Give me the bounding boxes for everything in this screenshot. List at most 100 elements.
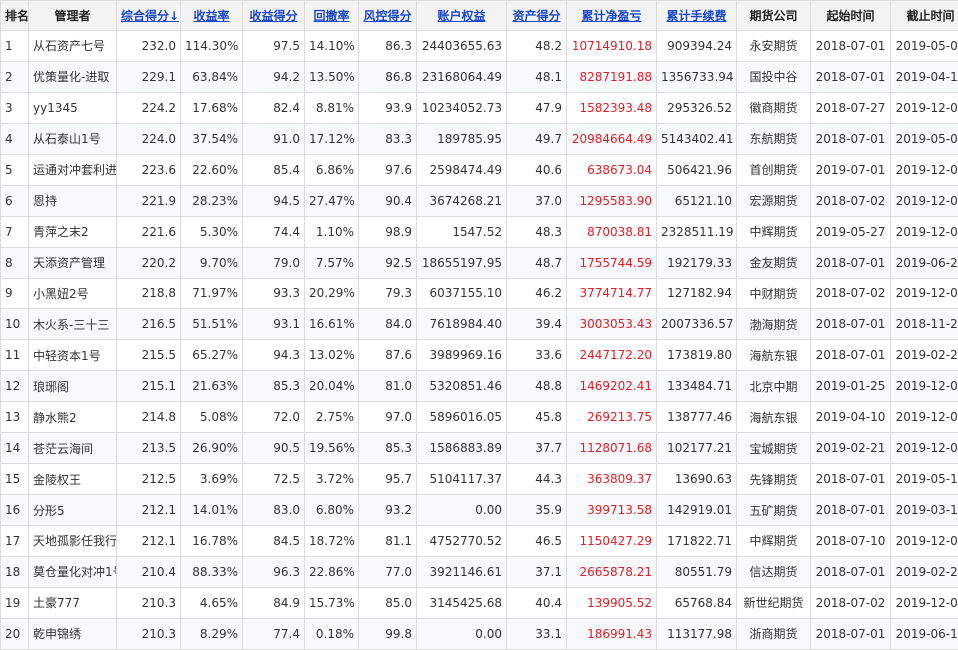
cell-start-date: 2018-07-02 bbox=[811, 278, 891, 309]
cell-manager[interactable]: 木火系-三十三 bbox=[29, 309, 117, 340]
cell-return-score: 93.3 bbox=[243, 278, 305, 309]
table-row[interactable]: 8天添资产管理220.29.70%79.07.57%92.518655197.9… bbox=[1, 247, 958, 278]
cell-return-score: 72.0 bbox=[243, 402, 305, 433]
cell-manager[interactable]: 苍茫云海间 bbox=[29, 433, 117, 464]
table-row[interactable]: 2优策量化-进取229.163.84%94.213.50%86.82316806… bbox=[1, 61, 958, 92]
cell-rank: 18 bbox=[1, 556, 29, 587]
cell-total-score: 210.4 bbox=[117, 556, 181, 587]
cell-manager[interactable]: 土豪777 bbox=[29, 587, 117, 618]
cell-start-date: 2018-07-01 bbox=[811, 618, 891, 649]
cell-return-score: 90.5 bbox=[243, 433, 305, 464]
table-row[interactable]: 18莫仓量化对冲1号210.488.33%96.322.86%77.039211… bbox=[1, 556, 958, 587]
col-total-score-sort[interactable]: 综合得分↓ bbox=[117, 1, 181, 31]
cell-end-date: 2019-02-22 bbox=[891, 340, 958, 371]
table-row[interactable]: 19土豪777210.34.65%84.915.73%85.03145425.6… bbox=[1, 587, 958, 618]
cell-total-score: 213.5 bbox=[117, 433, 181, 464]
table-row[interactable]: 7青萍之末2221.65.30%74.41.10%98.91547.5248.3… bbox=[1, 216, 958, 247]
cell-asset-score: 48.2 bbox=[507, 31, 567, 62]
cell-broker: 徽商期货 bbox=[737, 92, 811, 123]
cell-manager[interactable]: 分形5 bbox=[29, 495, 117, 526]
cell-end-date: 2019-02-28 bbox=[891, 556, 958, 587]
table-row[interactable]: 3yy1345224.217.68%82.48.81%93.910234052.… bbox=[1, 92, 958, 123]
cell-manager[interactable]: 优策量化-进取 bbox=[29, 61, 117, 92]
table-row[interactable]: 20乾申锦绣210.38.29%77.40.18%99.80.0033.1186… bbox=[1, 618, 958, 649]
cell-risk-score: 85.3 bbox=[359, 433, 417, 464]
cell-start-date: 2018-07-02 bbox=[811, 185, 891, 216]
cell-manager[interactable]: yy1345 bbox=[29, 92, 117, 123]
col-return-rate-sort[interactable]: 收益率 bbox=[181, 1, 243, 31]
col-equity-sort[interactable]: 账户权益 bbox=[417, 1, 507, 31]
cell-end-date: 2019-12-03 bbox=[891, 278, 958, 309]
col-asset-score-sort[interactable]: 资产得分 bbox=[507, 1, 567, 31]
cell-rank: 17 bbox=[1, 526, 29, 557]
cell-drawdown: 3.72% bbox=[305, 464, 359, 495]
cell-equity: 5320851.46 bbox=[417, 371, 507, 402]
cell-manager[interactable]: 从石泰山1号 bbox=[29, 123, 117, 154]
cell-manager[interactable]: 小黑妞2号 bbox=[29, 278, 117, 309]
table-row[interactable]: 10木火系-三十三216.551.51%93.116.61%84.0761898… bbox=[1, 309, 958, 340]
cell-fees: 13690.63 bbox=[657, 464, 737, 495]
cell-fees: 5143402.41 bbox=[657, 123, 737, 154]
cell-fees: 142919.01 bbox=[657, 495, 737, 526]
cell-return-score: 94.3 bbox=[243, 340, 305, 371]
cell-start-date: 2018-07-01 bbox=[811, 340, 891, 371]
table-row[interactable]: 14苍茫云海间213.526.90%90.519.56%85.31586883.… bbox=[1, 433, 958, 464]
cell-start-date: 2018-07-01 bbox=[811, 309, 891, 340]
cell-end-date: 2019-12-03 bbox=[891, 154, 958, 185]
table-row[interactable]: 5运通对冲套利进223.622.60%85.46.86%97.62598474.… bbox=[1, 154, 958, 185]
table-row[interactable]: 6恩持221.928.23%94.527.47%90.43674268.2137… bbox=[1, 185, 958, 216]
cell-risk-score: 98.9 bbox=[359, 216, 417, 247]
cell-manager[interactable]: 中轻资本1号 bbox=[29, 340, 117, 371]
cell-risk-score: 92.5 bbox=[359, 247, 417, 278]
cell-manager[interactable]: 从石资产七号 bbox=[29, 31, 117, 62]
cell-drawdown: 2.75% bbox=[305, 402, 359, 433]
table-row[interactable]: 16分形5212.114.01%83.06.80%93.20.0035.9399… bbox=[1, 495, 958, 526]
cell-manager[interactable]: 青萍之末2 bbox=[29, 216, 117, 247]
cell-end-date: 2019-05-13 bbox=[891, 464, 958, 495]
col-drawdown-sort[interactable]: 回撤率 bbox=[305, 1, 359, 31]
col-risk-score-sort[interactable]: 风控得分 bbox=[359, 1, 417, 31]
table-row[interactable]: 11中轻资本1号215.565.27%94.313.02%87.63989969… bbox=[1, 340, 958, 371]
cell-manager[interactable]: 恩持 bbox=[29, 185, 117, 216]
cell-end-date: 2018-11-26 bbox=[891, 309, 958, 340]
cell-asset-score: 33.6 bbox=[507, 340, 567, 371]
cell-manager[interactable]: 琅琊阁 bbox=[29, 371, 117, 402]
cell-net-pnl: 870038.81 bbox=[567, 216, 657, 247]
cell-manager[interactable]: 运通对冲套利进 bbox=[29, 154, 117, 185]
cell-manager[interactable]: 金陵权王 bbox=[29, 464, 117, 495]
table-row[interactable]: 9小黑妞2号218.871.97%93.320.29%79.36037155.1… bbox=[1, 278, 958, 309]
cell-net-pnl: 2665878.21 bbox=[567, 556, 657, 587]
cell-asset-score: 49.7 bbox=[507, 123, 567, 154]
table-row[interactable]: 13静水熊2214.85.08%72.02.75%97.05896016.054… bbox=[1, 402, 958, 433]
cell-manager[interactable]: 乾申锦绣 bbox=[29, 618, 117, 649]
table-row[interactable]: 1从石资产七号232.0114.30%97.514.10%86.32440365… bbox=[1, 31, 958, 62]
cell-start-date: 2018-07-01 bbox=[811, 464, 891, 495]
cell-start-date: 2018-07-02 bbox=[811, 587, 891, 618]
col-net-pnl-sort[interactable]: 累计净盈亏 bbox=[567, 1, 657, 31]
cell-fees: 295326.52 bbox=[657, 92, 737, 123]
cell-end-date: 2019-12-03 bbox=[891, 216, 958, 247]
cell-manager[interactable]: 莫仓量化对冲1号 bbox=[29, 556, 117, 587]
cell-drawdown: 20.04% bbox=[305, 371, 359, 402]
cell-manager[interactable]: 天地孤影任我行 bbox=[29, 526, 117, 557]
cell-equity: 0.00 bbox=[417, 495, 507, 526]
cell-rank: 15 bbox=[1, 464, 29, 495]
cell-return-rate: 26.90% bbox=[181, 433, 243, 464]
cell-drawdown: 19.56% bbox=[305, 433, 359, 464]
table-row[interactable]: 4从石泰山1号224.037.54%91.017.12%83.3189785.9… bbox=[1, 123, 958, 154]
cell-drawdown: 17.12% bbox=[305, 123, 359, 154]
cell-asset-score: 46.5 bbox=[507, 526, 567, 557]
cell-fees: 65768.84 bbox=[657, 587, 737, 618]
cell-end-date: 2019-12-03 bbox=[891, 371, 958, 402]
cell-end-date: 2019-06-10 bbox=[891, 618, 958, 649]
cell-broker: 首创期货 bbox=[737, 154, 811, 185]
table-row[interactable]: 15金陵权王212.53.69%72.53.72%95.75104117.374… bbox=[1, 464, 958, 495]
col-return-score-sort[interactable]: 收益得分 bbox=[243, 1, 305, 31]
table-row[interactable]: 12琅琊阁215.121.63%85.320.04%81.05320851.46… bbox=[1, 371, 958, 402]
col-fees-sort[interactable]: 累计手续费 bbox=[657, 1, 737, 31]
table-row[interactable]: 17天地孤影任我行212.116.78%84.518.72%81.1475277… bbox=[1, 526, 958, 557]
cell-broker: 先锋期货 bbox=[737, 464, 811, 495]
cell-rank: 11 bbox=[1, 340, 29, 371]
cell-manager[interactable]: 静水熊2 bbox=[29, 402, 117, 433]
cell-manager[interactable]: 天添资产管理 bbox=[29, 247, 117, 278]
